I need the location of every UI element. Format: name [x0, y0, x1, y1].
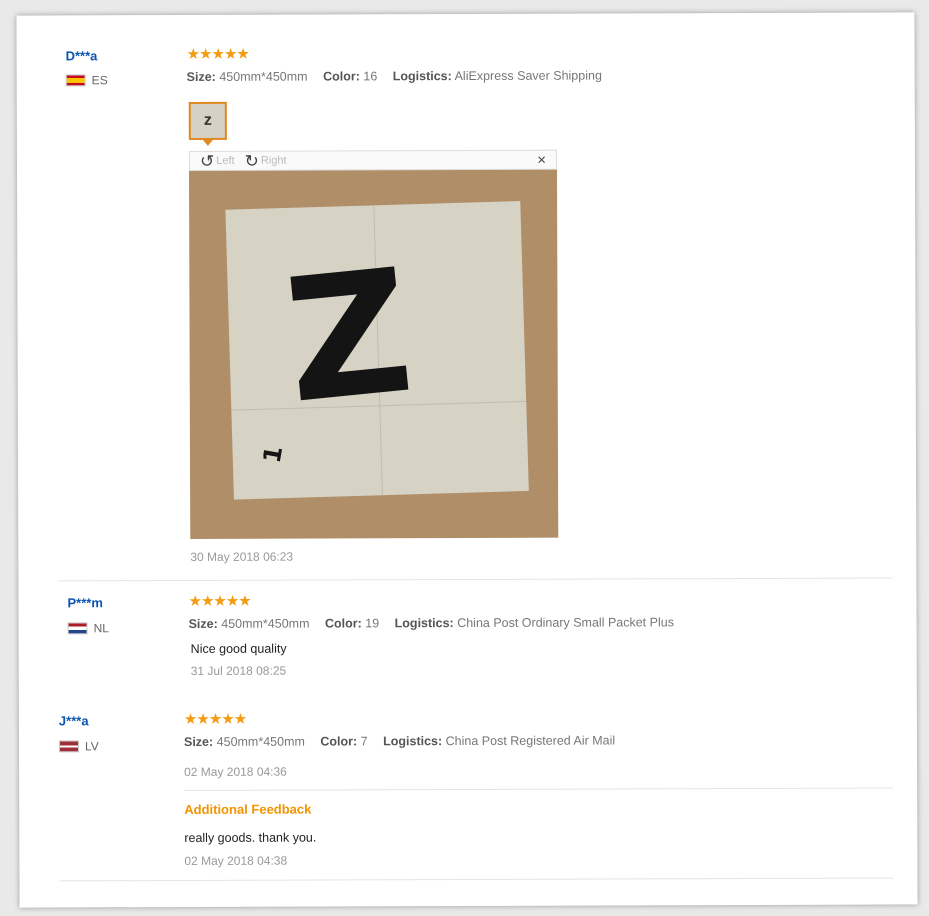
cushion-cover-image: Z 1	[225, 201, 529, 500]
color-value: 7	[360, 734, 368, 749]
size-label: Size:	[188, 616, 218, 631]
review-date: 30 May 2018 06:23	[190, 549, 294, 564]
review-date: 31 Jul 2018 08:25	[190, 663, 287, 678]
logistics-label: Logistics:	[392, 69, 452, 84]
country-code: LV	[84, 739, 99, 754]
logistics-label: Logistics:	[383, 734, 443, 749]
size-value: 450mm*450mm	[219, 69, 308, 84]
reviewer-country: NL	[67, 621, 109, 636]
flag-es-icon	[65, 74, 86, 87]
flag-nl-icon	[67, 622, 88, 635]
image-viewer-toolbar: ↺ Left ↻ Right ×	[188, 149, 557, 171]
review-meta: Size: 450mm*450mm Color: 7 Logistics: Ch…	[184, 733, 627, 749]
color-label: Color:	[320, 734, 358, 749]
rotate-right-button[interactable]: ↻ Right	[244, 151, 287, 171]
color-value: 19	[365, 616, 380, 631]
star-rating: ★★★★★	[183, 710, 247, 728]
reviewer-name[interactable]: J***a	[59, 713, 89, 728]
review-date: 02 May 2018 04:36	[184, 764, 287, 779]
review-text: Nice good quality	[190, 641, 287, 656]
color-label: Color:	[324, 616, 362, 631]
review-divider	[58, 577, 893, 582]
reviewer-country: LV	[58, 739, 99, 754]
color-label: Color:	[323, 69, 360, 84]
reviewer-name[interactable]: P***m	[67, 595, 102, 610]
reviewer-name[interactable]: D***a	[66, 48, 98, 63]
rotate-right-label: Right	[260, 154, 287, 167]
country-code: NL	[93, 621, 109, 636]
country-code: ES	[91, 73, 108, 88]
additional-feedback-title: Additional Feedback	[184, 801, 312, 817]
thumbnail-pointer	[202, 139, 213, 146]
photo-small-mark: 1	[257, 443, 289, 466]
reviewer-country: ES	[65, 73, 108, 88]
size-value: 450mm*450mm	[216, 734, 305, 749]
size-value: 450mm*450mm	[221, 616, 310, 631]
additional-feedback-text: really goods. thank you.	[184, 830, 317, 845]
reviews-panel: D***a ES ★★★★★ Size: 450mm*450mm Color: …	[16, 12, 918, 908]
size-label: Size:	[183, 734, 214, 749]
close-icon[interactable]: ×	[537, 151, 546, 168]
flag-lv-icon	[58, 740, 80, 753]
rotate-left-label: Left	[216, 154, 235, 167]
additional-feedback-date: 02 May 2018 04:38	[184, 853, 288, 868]
logistics-value: China Post Registered Air Mail	[445, 733, 616, 749]
logistics-label: Logistics:	[394, 616, 454, 631]
review-meta: Size: 450mm*450mm Color: 19 Logistics: C…	[189, 615, 686, 631]
review-divider	[59, 877, 894, 882]
review-photo: Z 1	[188, 169, 559, 539]
size-label: Size:	[186, 69, 216, 84]
color-value: 16	[363, 69, 378, 84]
rotate-left-button[interactable]: ↺ Left	[199, 151, 235, 171]
photo-letter: Z	[277, 232, 421, 442]
rotate-left-icon: ↺	[199, 151, 215, 171]
star-rating: ★★★★★	[186, 45, 249, 63]
thumbnail-letter: z	[203, 111, 212, 129]
review-meta: Size: 450mm*450mm Color: 16 Logistics: A…	[186, 68, 614, 84]
rotate-right-icon: ↻	[244, 151, 259, 171]
feedback-divider	[184, 787, 894, 791]
star-rating: ★★★★★	[188, 592, 251, 610]
logistics-value: China Post Ordinary Small Packet Plus	[457, 615, 674, 631]
photo-thumbnail[interactable]: z	[188, 101, 227, 140]
logistics-value: AliExpress Saver Shipping	[454, 68, 602, 84]
